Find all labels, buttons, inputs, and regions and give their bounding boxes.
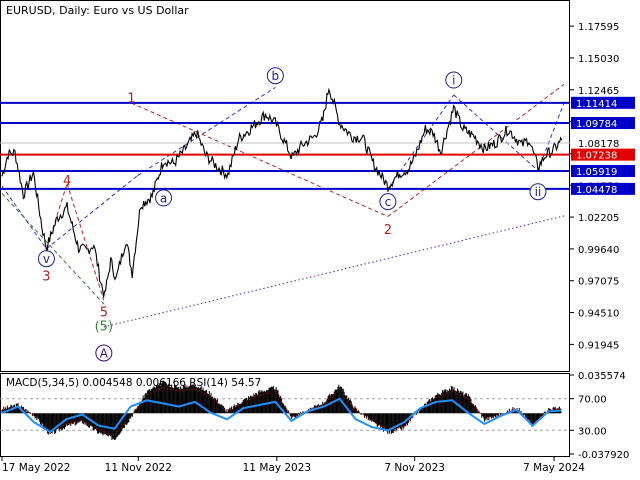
y-tick-label: 1.17595 [578, 22, 619, 33]
wave-label: (5) [95, 320, 113, 335]
level-price-label: 1.11414 [576, 99, 617, 110]
wave-label: ii [535, 185, 542, 199]
trend-line [137, 87, 276, 176]
trend-line [46, 175, 138, 250]
y-tick-label: 0.91945 [578, 340, 619, 351]
indicator-tick-label: -0.037920 [578, 450, 629, 461]
y-tick-label: 1.12465 [578, 86, 619, 97]
y-tick-label: 1.02205 [578, 213, 619, 224]
level-price-label: 1.07238 [576, 151, 617, 162]
x-tick-label: 11 May 2023 [243, 462, 311, 474]
x-tick-label: 11 Nov 2022 [105, 462, 172, 474]
trend-line [103, 215, 565, 328]
wave-label: b [272, 69, 280, 83]
y-tick-label: 1.15030 [578, 54, 619, 65]
wave-label: v [43, 252, 50, 266]
x-tick-label: 17 May 2022 [2, 462, 70, 474]
trend-line [66, 183, 105, 301]
wave-label: 5 [100, 305, 108, 320]
x-tick-label: 7 May 2024 [523, 462, 585, 474]
wave-label: a [160, 191, 167, 205]
level-price-label: 1.05919 [576, 167, 617, 178]
current-price-label: 1.08178 [578, 139, 619, 150]
price-line [1, 87, 563, 298]
y-tick-label: 0.99640 [578, 245, 619, 256]
indicator-tick-label: 30.00 [578, 426, 607, 437]
indicator-tick-label: 0.035574 [578, 371, 626, 382]
level-price-label: 1.09784 [576, 119, 617, 130]
price-panel-frame [0, 0, 570, 372]
wave-label: A [100, 347, 109, 361]
y-tick-label: 0.97075 [578, 277, 619, 288]
wave-label: 2 [384, 223, 392, 238]
indicator-tick-label: 70.00 [578, 395, 607, 406]
wave-label: 1 [127, 91, 135, 106]
wave-label: 4 [63, 174, 71, 189]
wave-label: i [452, 74, 455, 88]
eurusd-chart: 12345(5)Avabciii 1.175951.150301.124651.… [0, 0, 635, 474]
trend-line [453, 94, 539, 171]
x-tick-label: 7 Nov 2023 [384, 462, 445, 474]
wave-label: 3 [42, 269, 50, 284]
y-tick-label: 0.94510 [578, 309, 619, 320]
wave-label: c [385, 195, 392, 209]
level-price-label: 1.04478 [576, 185, 617, 196]
